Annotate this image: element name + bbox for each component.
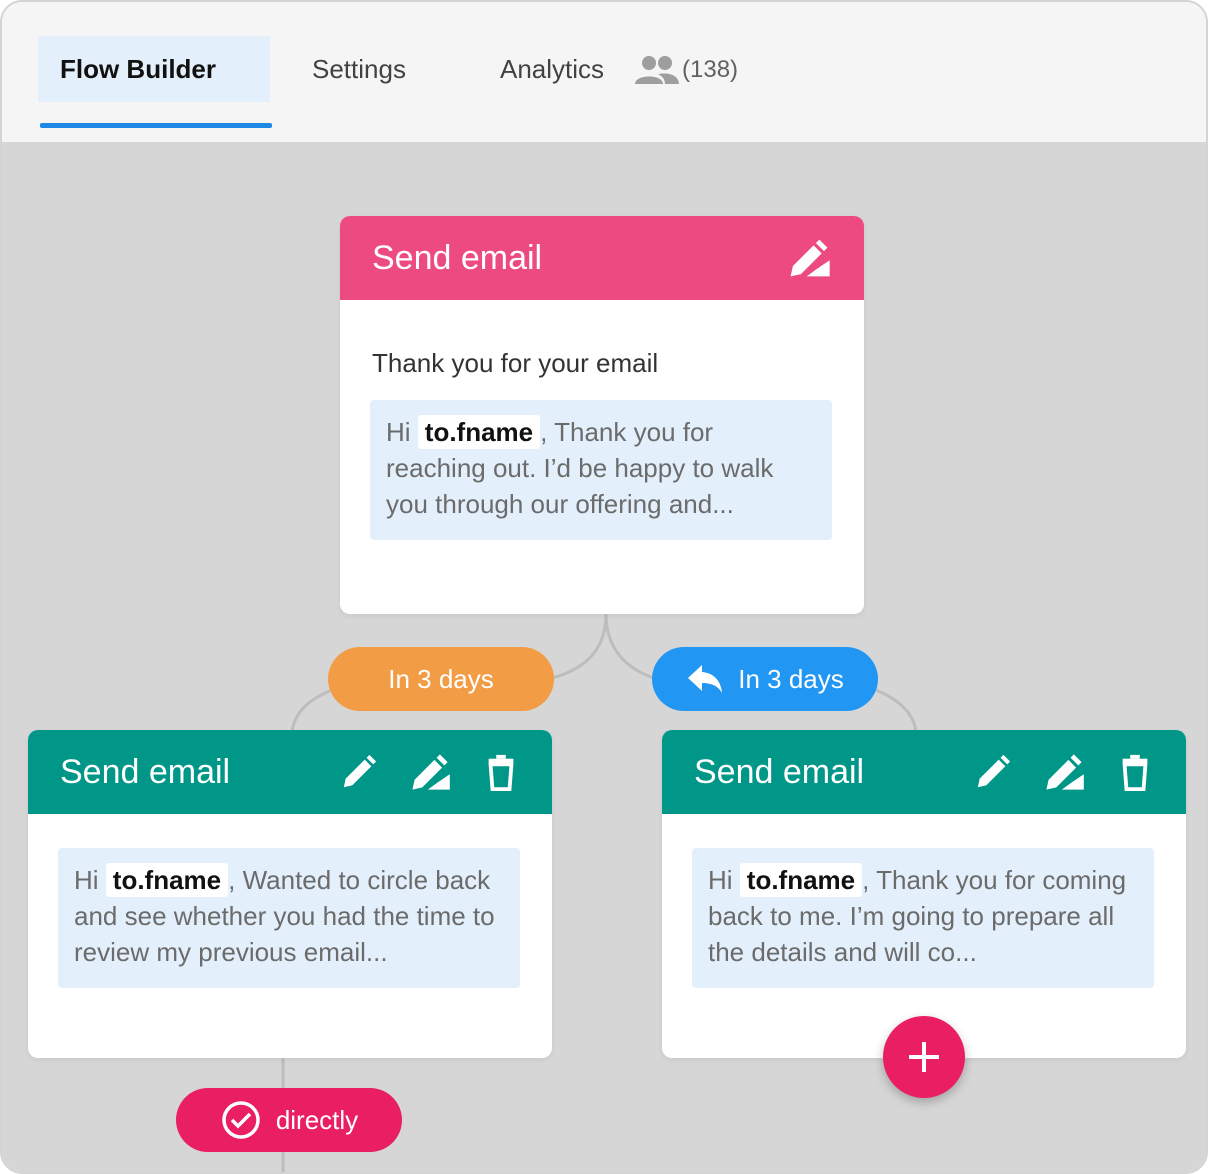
signature-icon[interactable] xyxy=(1042,750,1086,794)
plus-icon xyxy=(909,1042,939,1072)
trash-icon[interactable] xyxy=(482,753,520,791)
pencil-icon[interactable] xyxy=(974,753,1012,791)
trash-icon[interactable] xyxy=(1116,753,1154,791)
pencil-icon[interactable] xyxy=(340,753,378,791)
reply-icon xyxy=(688,665,723,693)
email-node-right[interactable]: Send email Hi to.fname , Thank you for c… xyxy=(662,730,1186,1058)
tab-label: Settings xyxy=(312,53,406,84)
email-node-left[interactable]: Send email Hi to.fname , Wanted to circl… xyxy=(28,730,552,1058)
tab-settings[interactable]: Settings xyxy=(312,36,406,102)
analytics-count: (138) xyxy=(682,56,739,83)
signature-icon[interactable] xyxy=(786,235,832,281)
email-node-title: Send email xyxy=(694,752,865,791)
tab-analytics[interactable]: Analytics xyxy=(500,36,604,102)
tab-flow-builder[interactable]: Flow Builder xyxy=(38,36,270,102)
email-node-header: Send email xyxy=(662,730,1186,814)
email-preview: Hi to.fname, Thank you for reaching out.… xyxy=(370,400,832,540)
email-node-title: Send email xyxy=(372,238,543,277)
app-window: Flow Builder Settings Analytics (138) Se… xyxy=(0,0,1208,1174)
greeting: Hi xyxy=(708,865,733,895)
email-node-header: Send email xyxy=(28,730,552,814)
email-node-title: Send email xyxy=(60,752,231,791)
tab-label: Flow Builder xyxy=(60,53,216,84)
merge-tag: to.fname xyxy=(417,415,541,449)
delay-label: In 3 days xyxy=(388,663,494,694)
check-circle-icon xyxy=(222,1101,260,1139)
active-tab-indicator xyxy=(40,123,272,128)
email-preview: Hi to.fname, Wanted to circle back and s… xyxy=(58,848,520,988)
add-step-button[interactable] xyxy=(883,1016,965,1098)
delay-label: directly xyxy=(275,1104,359,1135)
people-icon xyxy=(635,56,679,84)
merge-tag: to.fname xyxy=(739,863,863,897)
email-node-header: Send email xyxy=(340,216,864,300)
delay-pill-bottom[interactable]: directly xyxy=(176,1088,402,1152)
tab-bar: Flow Builder Settings Analytics (138) xyxy=(2,2,1206,142)
delay-pill-right[interactable]: In 3 days xyxy=(652,647,878,711)
delay-label: In 3 days xyxy=(738,663,844,694)
greeting: Hi xyxy=(386,417,411,447)
email-node-top[interactable]: Send email Thank you for your email Hi t… xyxy=(340,216,864,614)
greeting: Hi xyxy=(74,865,99,895)
tab-label: Analytics xyxy=(500,53,605,84)
email-subject: Thank you for your email xyxy=(372,348,659,378)
signature-icon[interactable] xyxy=(408,750,452,794)
merge-tag: to.fname xyxy=(105,863,229,897)
delay-pill-left[interactable]: In 3 days xyxy=(328,647,554,711)
email-preview: Hi to.fname, Thank you for coming back t… xyxy=(692,848,1154,988)
